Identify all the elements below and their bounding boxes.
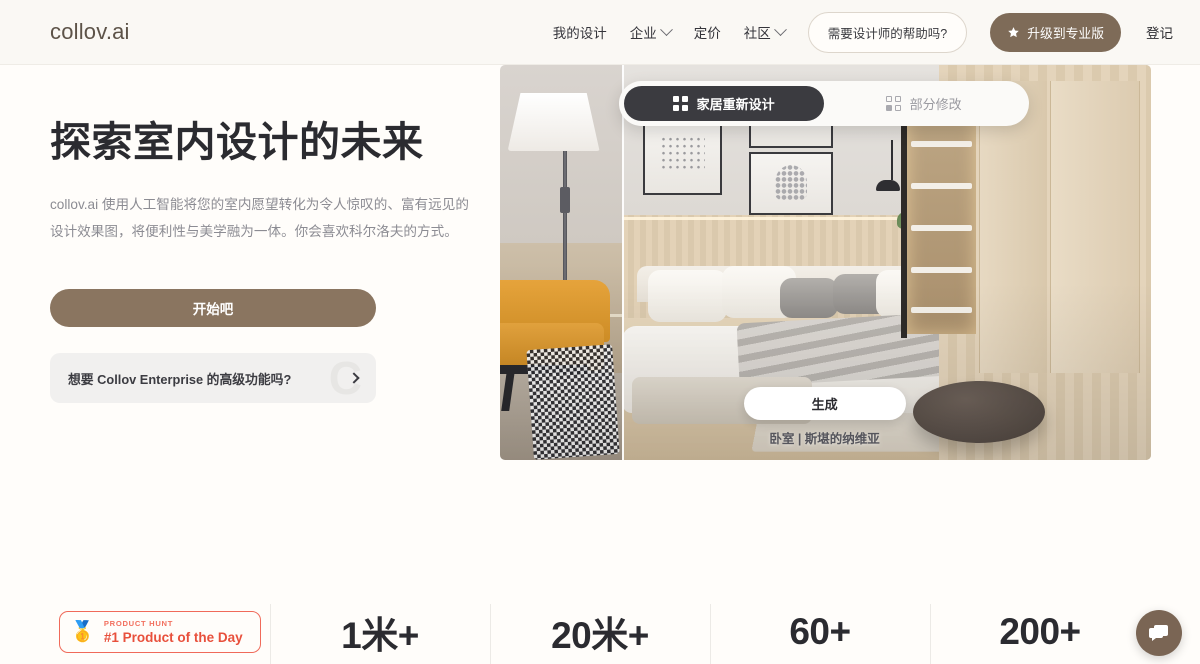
mode-tab-group: 家居重新设计 部分修改 <box>618 81 1029 126</box>
designer-help-button[interactable]: 需要设计师的帮助吗? <box>807 11 968 53</box>
stat-item: 1米+ <box>270 600 490 664</box>
medal-icon: 🥇 <box>70 621 95 643</box>
product-hunt-kicker: PRODUCT HUNT <box>103 619 174 628</box>
before-after-slider-handle[interactable] <box>621 65 624 460</box>
grid-filled-icon <box>672 96 688 111</box>
nav-item-enterprise[interactable]: 企业 <box>629 22 673 42</box>
stat-value: 60+ <box>789 611 851 652</box>
stat-value: 20米+ <box>551 615 649 656</box>
stat-value: 200+ <box>999 611 1081 652</box>
stats-bar: 🥇 PRODUCT HUNT #1 Product of the Day 1米+… <box>0 600 1200 664</box>
pendant-cord <box>891 140 894 180</box>
main-navigation: 我的设计 企业 定价 社区 需要设计师的帮助吗? 升级到专业版 登记 <box>553 11 1173 53</box>
chevron-down-icon <box>773 22 787 36</box>
floor-lamp-shade <box>507 93 600 151</box>
enterprise-upsell-label: 想要 Collov Enterprise 的高级功能吗? <box>68 371 292 387</box>
upgrade-pro-label: 升级到专业版 <box>1027 25 1104 41</box>
stat-value: 1米+ <box>341 615 419 656</box>
chat-widget-button[interactable] <box>1136 610 1182 656</box>
stat-item: 60+ <box>710 600 930 664</box>
tab-label: 家居重新设计 <box>696 97 775 112</box>
grid-outline-icon <box>885 96 901 111</box>
showcase-panel: 家居重新设计 部分修改 生成 卧室 | 斯堪的纳维亚 <box>499 65 1151 460</box>
hero-subtitle: collov.ai 使用人工智能将您的室内愿望转化为令人惊叹的、富有远见的设计效… <box>50 197 469 239</box>
chevron-down-icon <box>659 22 673 36</box>
product-hunt-badge[interactable]: 🥇 PRODUCT HUNT #1 Product of the Day <box>59 611 261 653</box>
before-after-image[interactable]: 家居重新设计 部分修改 生成 卧室 | 斯堪的纳维亚 <box>499 65 1151 460</box>
stat-item: 200+ <box>930 600 1150 664</box>
product-hunt-title: #1 Product of the Day <box>103 630 243 645</box>
nav-label: 社区 <box>743 26 771 41</box>
upgrade-pro-button[interactable]: 升级到专业版 <box>990 12 1121 52</box>
enterprise-upsell-card[interactable]: C 想要 Collov Enterprise 的高级功能吗? <box>50 353 376 404</box>
generate-button[interactable]: 生成 <box>743 387 906 420</box>
nav-item-community[interactable]: 社区 <box>743 22 787 42</box>
nav-label: 企业 <box>629 26 657 41</box>
brand-logo[interactable]: collov.ai <box>50 19 130 45</box>
star-icon <box>1008 26 1019 37</box>
login-link[interactable]: 登记 <box>1146 22 1173 42</box>
before-image <box>499 65 622 460</box>
pendant-lamp <box>875 179 900 191</box>
image-caption: 卧室 | 斯堪的纳维亚 <box>769 432 880 446</box>
stat-item: 20米+ <box>490 600 710 664</box>
tab-home-redesign[interactable]: 家居重新设计 <box>623 86 824 121</box>
hero-copy: 探索室内设计的未来 collov.ai 使用人工智能将您的室内愿望转化为令人惊叹… <box>50 65 500 595</box>
product-hunt-column: 🥇 PRODUCT HUNT #1 Product of the Day <box>50 600 270 664</box>
nav-label: 我的设计 <box>552 26 607 41</box>
chat-bubble-icon <box>1149 625 1168 641</box>
wall-art-left <box>642 116 723 196</box>
wall-art-bottom-right <box>748 151 834 216</box>
site-header: collov.ai 我的设计 企业 定价 社区 需要设计师的帮助吗? 升级到专业… <box>0 0 1200 65</box>
nav-item-my-designs[interactable]: 我的设计 <box>553 22 607 42</box>
get-started-button[interactable]: 开始吧 <box>50 289 376 328</box>
tab-partial-edit[interactable]: 部分修改 <box>824 86 1024 121</box>
nav-label: 定价 <box>693 26 721 41</box>
nav-item-pricing[interactable]: 定价 <box>694 22 721 42</box>
hero-section: 探索室内设计的未来 collov.ai 使用人工智能将您的室内愿望转化为令人惊叹… <box>0 65 1200 595</box>
tab-label: 部分修改 <box>909 97 962 112</box>
page-title: 探索室内设计的未来 <box>50 119 424 165</box>
